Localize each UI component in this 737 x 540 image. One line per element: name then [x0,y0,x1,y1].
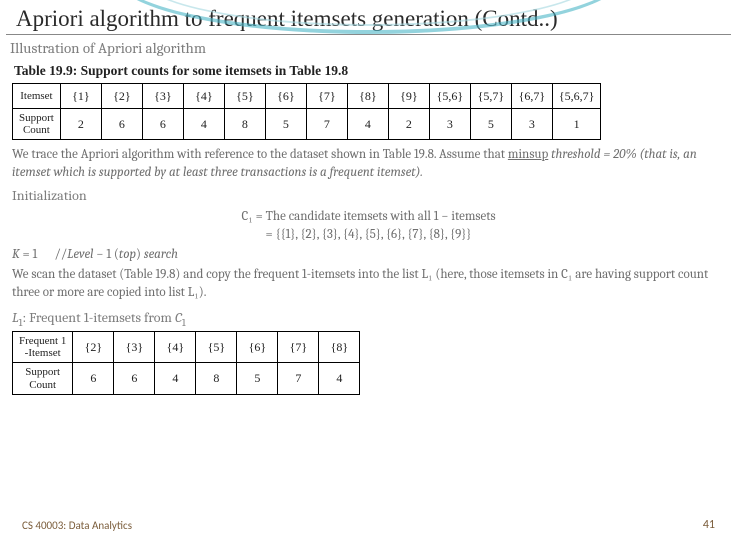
table-row: Frequent 1-Itemset {2} {3} {4} {5} {6} {… [13,332,360,363]
cell: {5} [224,84,265,109]
cell: {4} [155,332,196,363]
cell: 4 [183,109,224,140]
cell: 3 [429,109,470,140]
cell: {5,7} [470,84,511,109]
cell: {4} [183,84,224,109]
cell: 8 [224,109,265,140]
row-label-frequent-itemset: Frequent 1-Itemset [13,332,73,363]
footer-course: CS 40003: Data Analytics [22,519,132,532]
cell: {2} [101,84,142,109]
cell: 2 [388,109,429,140]
cell: 7 [278,363,319,394]
cell: {6} [237,332,278,363]
cell: {8} [319,332,360,363]
cell: 6 [73,363,114,394]
cell: {5,6,7} [552,84,601,109]
cell: 2 [60,109,101,140]
cell: 6 [101,109,142,140]
cell: 8 [196,363,237,394]
cell: {5} [196,332,237,363]
cell: {8} [347,84,388,109]
row-label-itemset: Itemset [13,84,61,109]
cell: {1} [60,84,101,109]
table-row: SupportCount 2 6 6 4 8 5 7 4 2 3 5 3 1 [13,109,601,140]
row-label-support-count: SupportCount [13,363,73,394]
row-label-support-count: SupportCount [13,109,61,140]
table-row: Itemset {1} {2} {3} {4} {5} {6} {7} {8} … [13,84,601,109]
k-line: K = 1 //Level − 1 (top) search [12,247,725,262]
table-support-counts: Itemset {1} {2} {3} {4} {5} {6} {7} {8} … [12,83,601,140]
table-row: SupportCount 6 6 4 8 5 7 4 [13,363,360,394]
l1-heading: L1: Frequent 1-itemsets from C1 [12,309,737,329]
c1-definition: C₁ = The candidate itemsets with all 1 −… [12,208,725,243]
table1-caption: Table 19.9: Support counts for some item… [14,63,737,79]
paragraph-trace: We trace the Apriori algorithm with refe… [12,146,725,181]
cell: 3 [511,109,552,140]
cell: 4 [347,109,388,140]
cell: {6} [265,84,306,109]
paragraph-scan: We scan the dataset (Table 19.8) and cop… [12,266,725,301]
cell: 5 [265,109,306,140]
cell: 4 [155,363,196,394]
cell: 6 [114,363,155,394]
cell: {6,7} [511,84,552,109]
cell: 5 [470,109,511,140]
cell: 7 [306,109,347,140]
initialization-heading: Initialization [12,187,737,204]
cell: 6 [142,109,183,140]
table-frequent-1-itemsets: Frequent 1-Itemset {2} {3} {4} {5} {6} {… [12,331,360,394]
cell: 5 [237,363,278,394]
cell: 1 [552,109,601,140]
cell: {5,6} [429,84,470,109]
illustration-heading: Illustration of Apriori algorithm [10,39,737,57]
cell: {7} [306,84,347,109]
cell: 4 [319,363,360,394]
page-number: 41 [703,518,715,532]
cell: {7} [278,332,319,363]
cell: {2} [73,332,114,363]
cell: {9} [388,84,429,109]
cell: {3} [114,332,155,363]
cell: {3} [142,84,183,109]
